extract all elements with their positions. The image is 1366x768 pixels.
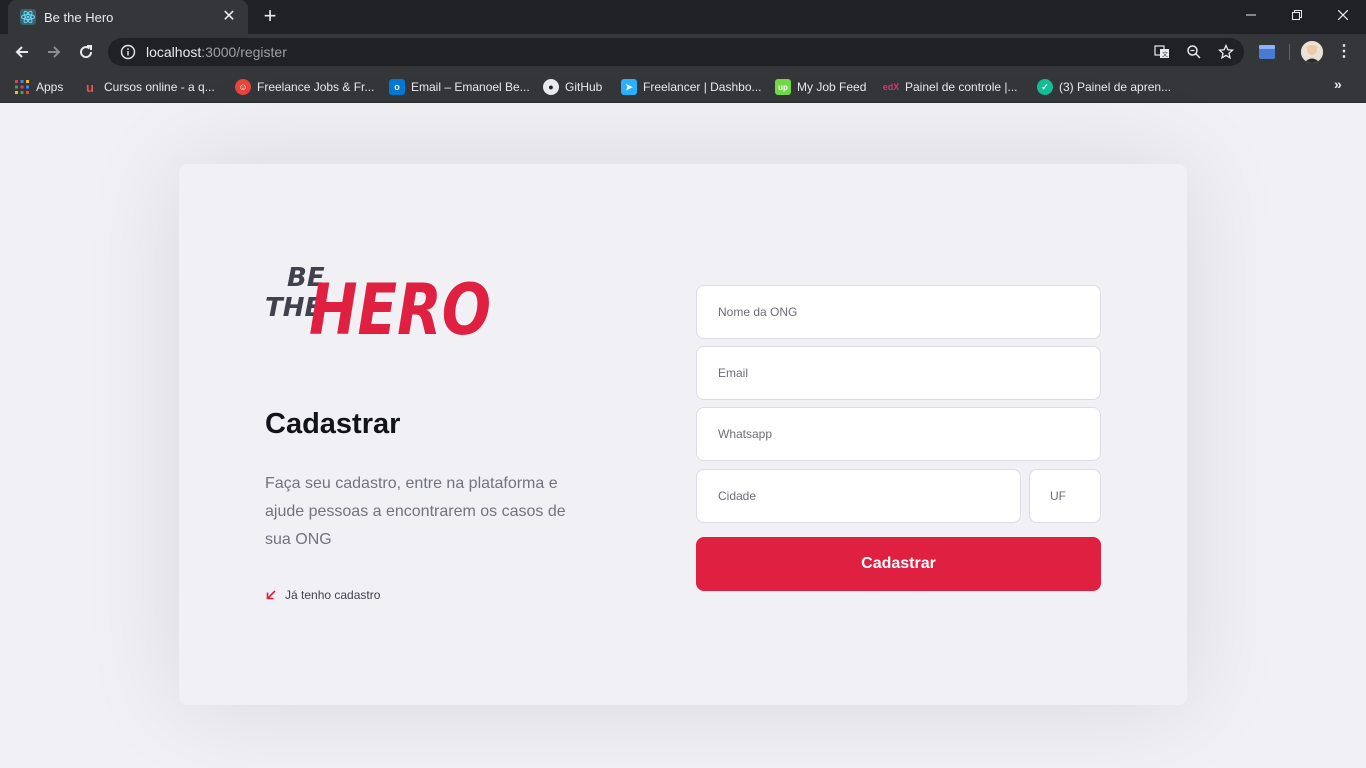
already-registered-link[interactable]: Já tenho cadastro (265, 588, 380, 602)
zoom-icon[interactable] (1184, 42, 1204, 62)
udemy-icon: u (86, 79, 94, 95)
github-icon: ● (543, 79, 559, 95)
ong-name-input[interactable] (696, 285, 1101, 339)
svg-text:HERO: HERO (309, 269, 491, 350)
already-registered-label: Já tenho cadastro (285, 588, 381, 602)
edx-icon: edX (882, 82, 900, 92)
extension-icon[interactable] (1258, 43, 1276, 61)
bookmark-label: Freelancer | Dashbo... (643, 80, 762, 94)
bookmark-freelance-jobs[interactable]: ☺ Freelance Jobs & Fr... (235, 76, 374, 98)
react-favicon-icon (20, 9, 36, 25)
svg-text:文: 文 (1162, 51, 1168, 59)
bookmark-label: Painel de controle |... (905, 80, 1018, 94)
freelance-jobs-icon: ☺ (235, 79, 251, 95)
bookmark-label: My Job Feed (797, 80, 867, 94)
khan-academy-icon: ✓ (1037, 79, 1053, 95)
outlook-icon: o (389, 79, 405, 95)
bookmark-outlook[interactable]: o Email – Emanoel Be... (389, 76, 530, 98)
bookmark-upwork[interactable]: up My Job Feed (775, 76, 866, 98)
back-icon[interactable] (8, 38, 36, 66)
bookmark-label: Freelance Jobs & Fr... (257, 80, 375, 94)
toolbar-divider (1289, 44, 1290, 60)
be-the-hero-logo: BE THE HERO (265, 263, 491, 350)
new-tab-icon[interactable]: + (258, 5, 282, 29)
reload-icon[interactable] (72, 38, 100, 66)
freelancer-icon: ➤ (621, 79, 637, 95)
page-title: Cadastrar (265, 408, 401, 440)
forward-icon[interactable] (40, 38, 68, 66)
profile-avatar[interactable] (1301, 41, 1323, 63)
bookmark-edx[interactable]: edX Painel de controle |... (883, 76, 1018, 98)
whatsapp-input[interactable] (696, 407, 1101, 461)
upwork-icon: up (775, 79, 791, 95)
site-info-icon[interactable] (120, 44, 136, 60)
bookmark-label: GitHub (565, 80, 603, 94)
close-window-icon[interactable] (1320, 0, 1366, 30)
bookmark-khan-academy[interactable]: ✓ (3) Painel de apren... (1037, 76, 1171, 98)
bookmarks-overflow-icon[interactable]: » (1334, 76, 1342, 92)
bookmark-github[interactable]: ● GitHub (543, 76, 602, 98)
tab-title: Be the Hero (44, 9, 114, 25)
address-bar[interactable]: localhost:3000/register 文 (108, 38, 1244, 66)
city-input[interactable] (696, 469, 1021, 523)
minimize-icon[interactable] (1228, 0, 1274, 30)
url-text: localhost:3000/register (146, 44, 287, 60)
bookmark-freelancer[interactable]: ➤ Freelancer | Dashbo... (621, 76, 762, 98)
bookmarks-bar: Apps u Cursos online - a q... ☺ Freelanc… (0, 70, 1366, 103)
translate-icon[interactable]: 文 (1152, 42, 1172, 62)
restore-icon[interactable] (1274, 0, 1320, 30)
uf-input[interactable] (1029, 469, 1101, 523)
page-description: Faça seu cadastro, entre na plataforma e… (265, 475, 566, 548)
register-page: BE THE HERO Cadastrar Faça seu cadastro,… (0, 103, 1366, 768)
bookmark-label: Email – Emanoel Be... (411, 80, 530, 94)
bookmark-label: Cursos online - a q... (104, 80, 215, 94)
email-input[interactable] (696, 346, 1101, 400)
browser-menu-icon[interactable]: ⋮ (1334, 42, 1354, 62)
bookmark-label: (3) Painel de apren... (1059, 80, 1172, 94)
tab-strip: Be the Hero ✕ + (0, 0, 1366, 34)
bookmark-label: Apps (36, 80, 64, 94)
bookmark-udemy[interactable]: u Cursos online - a q... (82, 76, 215, 98)
arrow-down-left-icon (265, 589, 277, 601)
bookmark-apps[interactable]: Apps (14, 76, 63, 98)
browser-tab[interactable]: Be the Hero ✕ (8, 0, 248, 34)
close-tab-icon[interactable]: ✕ (220, 8, 238, 26)
bookmark-star-icon[interactable] (1216, 42, 1236, 62)
register-card: BE THE HERO Cadastrar Faça seu cadastro,… (179, 164, 1187, 705)
register-submit-button[interactable]: Cadastrar (696, 537, 1101, 591)
apps-grid-icon (14, 79, 30, 95)
browser-toolbar: localhost:3000/register 文 (0, 34, 1366, 70)
